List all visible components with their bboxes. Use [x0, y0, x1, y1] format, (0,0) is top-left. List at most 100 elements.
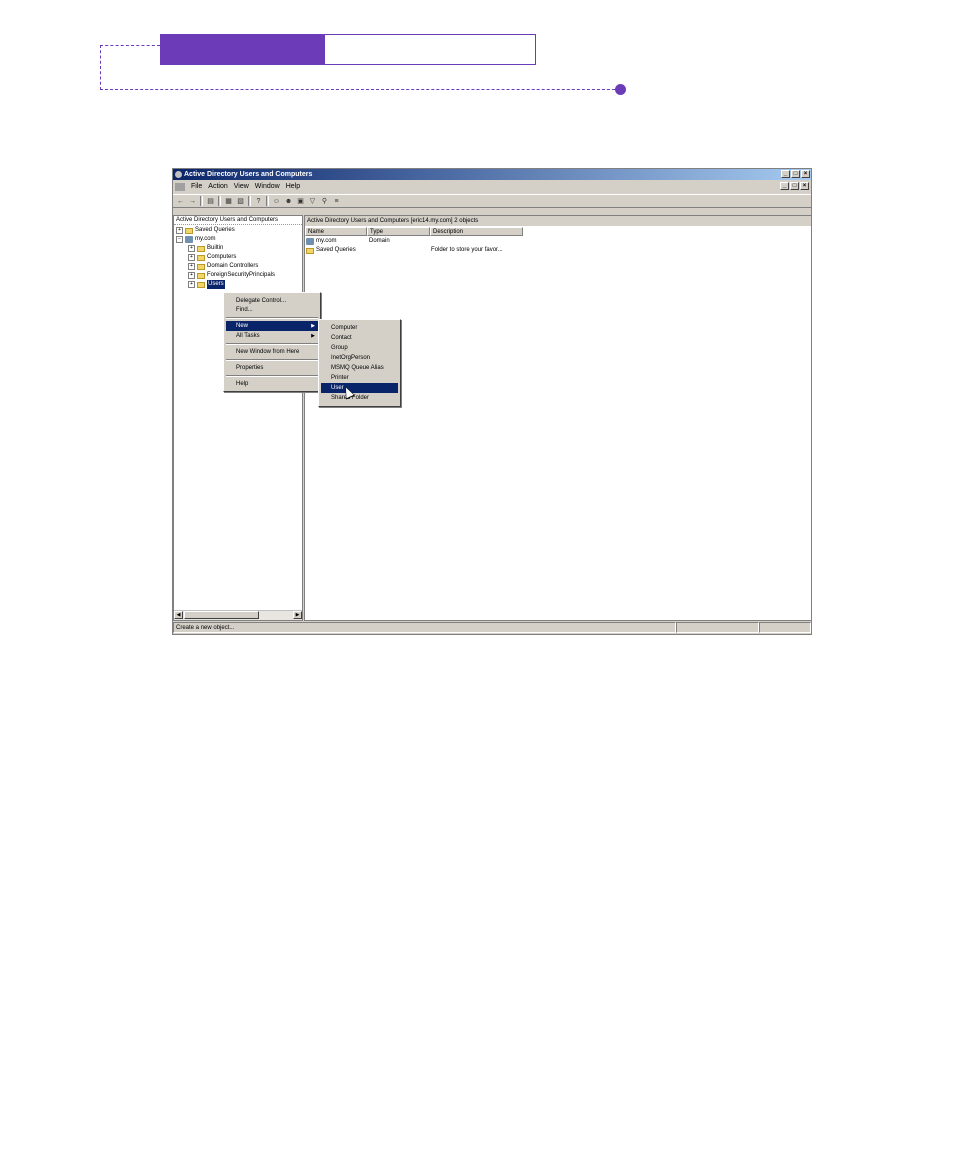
- minimize-button[interactable]: _: [781, 170, 790, 178]
- status-text: Create a new object...: [173, 622, 676, 633]
- submenu-item-inetorgperson[interactable]: InetOrgPerson: [321, 353, 398, 363]
- menu-separator: [226, 375, 318, 377]
- submenu-item-shared-folder[interactable]: Shared Folder: [321, 393, 398, 403]
- close-button[interactable]: ×: [801, 170, 810, 178]
- menu-item-new-window[interactable]: New Window from Here: [226, 347, 318, 357]
- help-icon[interactable]: ?: [254, 197, 263, 206]
- scroll-right-icon[interactable]: ▶: [293, 611, 302, 619]
- submenu-item-msmq-queue-alias[interactable]: MSMQ Queue Alias: [321, 363, 398, 373]
- menu-item-all-tasks[interactable]: All Tasks ▶: [226, 331, 318, 341]
- tree-node-foreign-security-principals[interactable]: + ForeignSecurityPrincipals: [188, 271, 275, 280]
- forward-icon[interactable]: →: [188, 197, 197, 206]
- tree-node-label: ForeignSecurityPrincipals: [207, 272, 276, 278]
- back-icon[interactable]: ←: [176, 197, 185, 206]
- window-title: Active Directory Users and Computers: [184, 171, 313, 178]
- menu-item-properties[interactable]: Properties: [226, 363, 318, 373]
- submenu-item-printer[interactable]: Printer: [321, 373, 398, 383]
- toolbar-separator: [266, 196, 269, 206]
- toolbar: ← → ▤ ▦ ▧ ? ☺ ☻ ▣ ▽ ⚲ ≡: [173, 194, 811, 208]
- toolbar-separator: [200, 196, 203, 206]
- new-user-icon[interactable]: ☺: [272, 197, 281, 206]
- tree-node-label: Computers: [207, 254, 237, 260]
- mmc-window: Active Directory Users and Computers _ □…: [172, 168, 812, 635]
- tree-node-builtin[interactable]: + Builtin: [188, 244, 223, 253]
- status-pane: [759, 622, 811, 633]
- console-icon[interactable]: [175, 182, 185, 191]
- tree-root[interactable]: Active Directory Users and Computers: [174, 216, 302, 225]
- submenu-item-group[interactable]: Group: [321, 343, 398, 353]
- filter-icon[interactable]: ▽: [308, 197, 317, 206]
- menu-item-label: New: [236, 323, 249, 329]
- status-pane: [676, 622, 759, 633]
- maximize-button[interactable]: □: [791, 170, 800, 178]
- tree-node-computers[interactable]: + Computers: [188, 253, 236, 262]
- expand-icon[interactable]: +: [188, 263, 195, 270]
- decor-outline-box: [325, 34, 536, 65]
- context-menu: Delegate Control... Find... New ▶ All Ta…: [223, 292, 321, 392]
- list-item-type: Domain: [369, 238, 390, 244]
- collapse-icon[interactable]: −: [176, 236, 183, 243]
- expand-icon[interactable]: +: [188, 254, 195, 261]
- horizontal-scrollbar[interactable]: ◀ ▶: [174, 610, 302, 620]
- find-icon[interactable]: ⚲: [320, 197, 329, 206]
- scroll-left-icon[interactable]: ◀: [174, 611, 183, 619]
- mdi-minimize-button[interactable]: _: [780, 182, 789, 190]
- list-item-name: my.com: [316, 238, 337, 244]
- menu-separator: [226, 343, 318, 345]
- new-group-icon[interactable]: ☻: [284, 197, 293, 206]
- menu-item-help[interactable]: Help: [226, 379, 318, 389]
- menu-window[interactable]: Window: [255, 183, 280, 190]
- menu-separator: [226, 317, 318, 319]
- folder-icon: [197, 263, 205, 270]
- toolbar-separator: [218, 196, 221, 206]
- list-item[interactable]: my.com Domain: [306, 237, 431, 246]
- expand-icon[interactable]: +: [188, 272, 195, 279]
- submenu-item-contact[interactable]: Contact: [321, 333, 398, 343]
- menu-action[interactable]: Action: [208, 183, 227, 190]
- status-bar: Create a new object...: [173, 622, 811, 634]
- tree-node-users[interactable]: + Users: [188, 280, 225, 289]
- menu-item-new[interactable]: New ▶: [226, 321, 318, 331]
- submenu-arrow-icon: ▶: [311, 323, 315, 329]
- menu-item-find[interactable]: Find...: [226, 305, 318, 315]
- list-item-name: Saved Queries: [316, 247, 356, 253]
- folder-icon: [197, 245, 205, 252]
- decor-dashed-line-top: [100, 45, 160, 46]
- menu-view[interactable]: View: [234, 183, 249, 190]
- column-header-description[interactable]: Description: [430, 227, 523, 236]
- domain-icon: [185, 236, 193, 243]
- tree-pane[interactable]: Active Directory Users and Computers + S…: [173, 215, 303, 621]
- new-ou-icon[interactable]: ▣: [296, 197, 305, 206]
- submenu-item-computer[interactable]: Computer: [321, 323, 398, 333]
- menu-help[interactable]: Help: [286, 183, 300, 190]
- export-list-icon[interactable]: ▧: [236, 197, 245, 206]
- scroll-thumb[interactable]: [184, 611, 259, 619]
- menu-file[interactable]: File: [191, 183, 202, 190]
- toolbar-separator: [248, 196, 251, 206]
- expand-icon[interactable]: +: [176, 227, 183, 234]
- tree-node-domain-controllers[interactable]: + Domain Controllers: [188, 262, 258, 271]
- tree-node-label: my.com: [195, 236, 216, 242]
- column-header-name[interactable]: Name: [305, 227, 367, 236]
- properties-icon[interactable]: ▦: [224, 197, 233, 206]
- show-hide-tree-icon[interactable]: ▤: [206, 197, 215, 206]
- column-headers: Name Type Description: [305, 227, 523, 236]
- submenu-item-user[interactable]: User: [321, 383, 398, 393]
- mdi-maximize-button[interactable]: □: [790, 182, 799, 190]
- column-header-type[interactable]: Type: [367, 227, 430, 236]
- decor-dot: [615, 84, 626, 95]
- domain-icon: [306, 238, 314, 245]
- tree-node-label: Users: [207, 280, 225, 289]
- mdi-close-button[interactable]: ×: [800, 182, 809, 190]
- list-item[interactable]: Saved Queries Folder to store your favor…: [306, 246, 503, 255]
- tree-node-domain[interactable]: − my.com: [176, 235, 216, 244]
- details-header: Active Directory Users and Computers [er…: [305, 216, 811, 226]
- decor-purple-tab: [160, 34, 325, 65]
- new-submenu: Computer Contact Group InetOrgPerson MSM…: [318, 319, 401, 407]
- tree-node-saved-queries[interactable]: + Saved Queries: [176, 226, 235, 235]
- expand-icon[interactable]: +: [188, 245, 195, 252]
- expand-icon[interactable]: +: [188, 281, 195, 288]
- details-pane[interactable]: Active Directory Users and Computers [er…: [304, 215, 811, 621]
- list-item-type: [369, 246, 431, 255]
- add-to-group-icon[interactable]: ≡: [332, 197, 341, 206]
